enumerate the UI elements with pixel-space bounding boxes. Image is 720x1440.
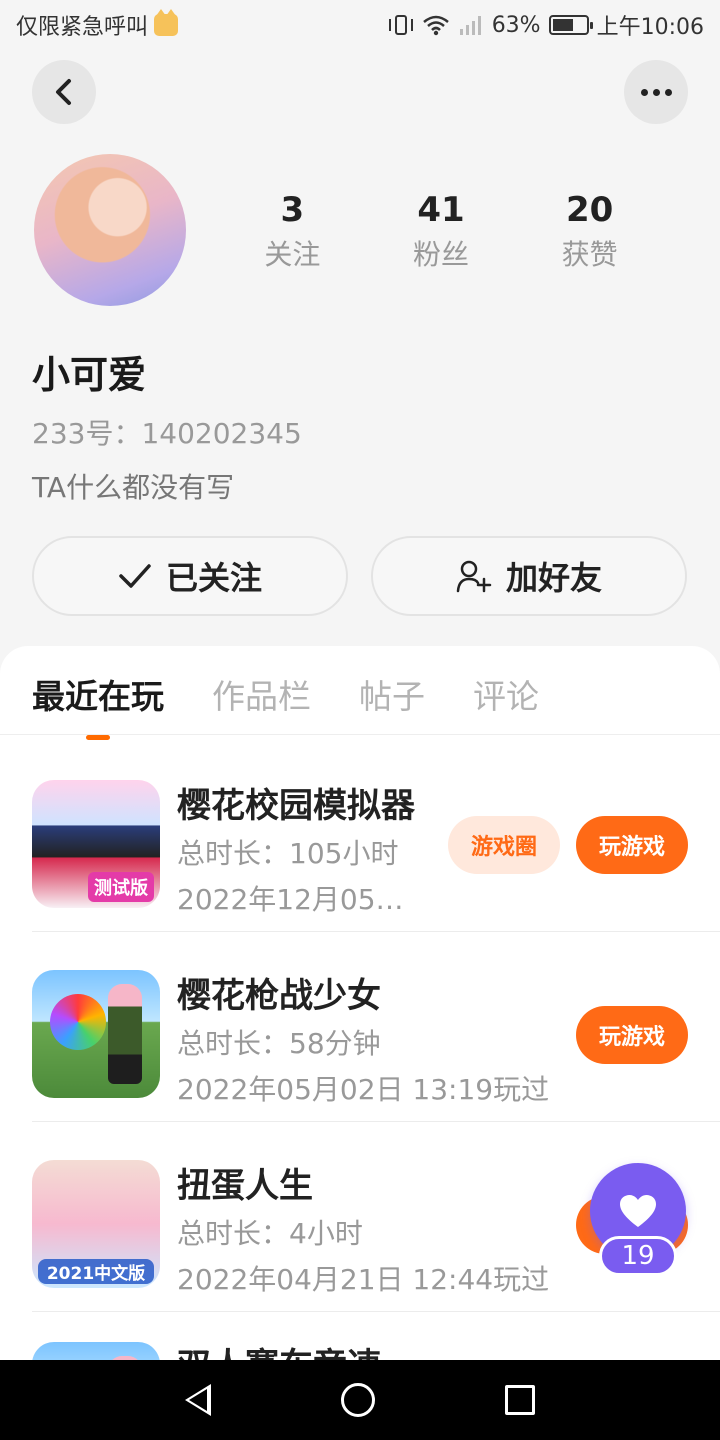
add-user-icon (456, 560, 492, 593)
stat-value: 3 (280, 190, 305, 230)
chevron-left-icon (56, 79, 71, 105)
followed-label: 已关注 (165, 559, 262, 597)
divider (0, 734, 720, 735)
clock: 上午10:06 (596, 15, 704, 40)
nav-recents-icon[interactable] (505, 1385, 535, 1415)
stat-label: 获赞 (561, 238, 618, 271)
game-last-played: 2022年05月02日 13:19玩过 (177, 1073, 550, 1106)
stat-label: 关注 (264, 238, 321, 271)
game-playtime: 总时长：58分钟 (177, 1027, 381, 1060)
game-title: 扭蛋人生 (177, 1166, 313, 1206)
system-nav-bar (0, 1360, 720, 1440)
followed-button[interactable]: 已关注 (32, 536, 348, 616)
nav-home-icon[interactable] (341, 1383, 375, 1417)
stat-value: 41 (417, 190, 465, 230)
game-icon[interactable]: 测试版 (32, 780, 160, 908)
game-list-item[interactable]: 双人赛车竞速 (32, 1312, 720, 1360)
tab-comments[interactable]: 评论 (473, 670, 539, 718)
cat-app-icon (154, 9, 179, 36)
carrier-text: 仅限紧急呼叫 (16, 15, 149, 40)
nav-back-icon[interactable] (185, 1384, 211, 1416)
heart-icon (620, 1195, 656, 1227)
add-friend-button[interactable]: 加好友 (371, 536, 687, 616)
like-count-badge: 19 (599, 1236, 677, 1276)
game-icon[interactable] (32, 970, 160, 1098)
battery-icon (548, 15, 593, 35)
status-bar: 仅限紧急呼叫 63% 上午10:06 (0, 0, 720, 50)
user-id: 233号：140202345 (32, 417, 302, 450)
stat-likes[interactable]: 20 获赞 (515, 190, 664, 272)
tab-recently-played[interactable]: 最近在玩 (32, 670, 164, 740)
profile-tabs: 最近在玩 作品栏 帖子 评论 (32, 670, 539, 740)
check-icon (119, 564, 151, 588)
game-title: 樱花枪战少女 (177, 976, 381, 1016)
bio: TA什么都没有写 (32, 471, 235, 504)
game-list-item[interactable]: 樱花枪战少女 总时长：58分钟 2022年05月02日 13:19玩过 玩游戏 (32, 932, 720, 1122)
game-icon[interactable]: 2021中文版 (32, 1160, 160, 1288)
add-friend-label: 加好友 (505, 559, 602, 597)
tab-works[interactable]: 作品栏 (212, 670, 311, 718)
game-playtime: 总时长：4小时 (177, 1217, 363, 1250)
play-game-button[interactable]: 玩游戏 (576, 816, 688, 874)
game-last-played: 2022年12月05日 10:06玩过 (177, 883, 427, 916)
vibrate-icon (388, 14, 414, 36)
stat-label: 粉丝 (413, 238, 470, 271)
stat-fans[interactable]: 41 粉丝 (367, 190, 516, 272)
avatar[interactable] (34, 154, 186, 306)
stat-following[interactable]: 3 关注 (218, 190, 367, 272)
stat-value: 20 (566, 190, 614, 230)
icon-tag: 2021中文版 (38, 1259, 154, 1284)
more-button[interactable] (624, 60, 688, 124)
game-title: 樱花校园模拟器 (177, 786, 415, 826)
back-button[interactable] (32, 60, 96, 124)
more-dots-icon (640, 88, 672, 96)
game-circle-button[interactable]: 游戏圈 (448, 816, 560, 874)
game-title: 双人赛车竞速 (177, 1338, 381, 1360)
profile-stats: 3 关注 41 粉丝 20 获赞 (218, 190, 664, 272)
battery-percent: 63% (491, 12, 541, 38)
signal-icon (459, 16, 481, 35)
tab-posts[interactable]: 帖子 (359, 670, 425, 718)
wifi-icon (422, 15, 449, 36)
game-icon[interactable] (32, 1342, 160, 1360)
game-list-item[interactable]: 测试版 樱花校园模拟器 总时长：105小时 2022年12月05日 10:06玩… (32, 742, 720, 932)
game-last-played: 2022年04月21日 12:44玩过 (177, 1263, 550, 1296)
game-playtime: 总时长：105小时 (177, 837, 399, 870)
play-game-button[interactable]: 玩游戏 (576, 1006, 688, 1064)
icon-tag: 测试版 (88, 872, 154, 902)
nickname: 小可爱 (32, 353, 147, 397)
